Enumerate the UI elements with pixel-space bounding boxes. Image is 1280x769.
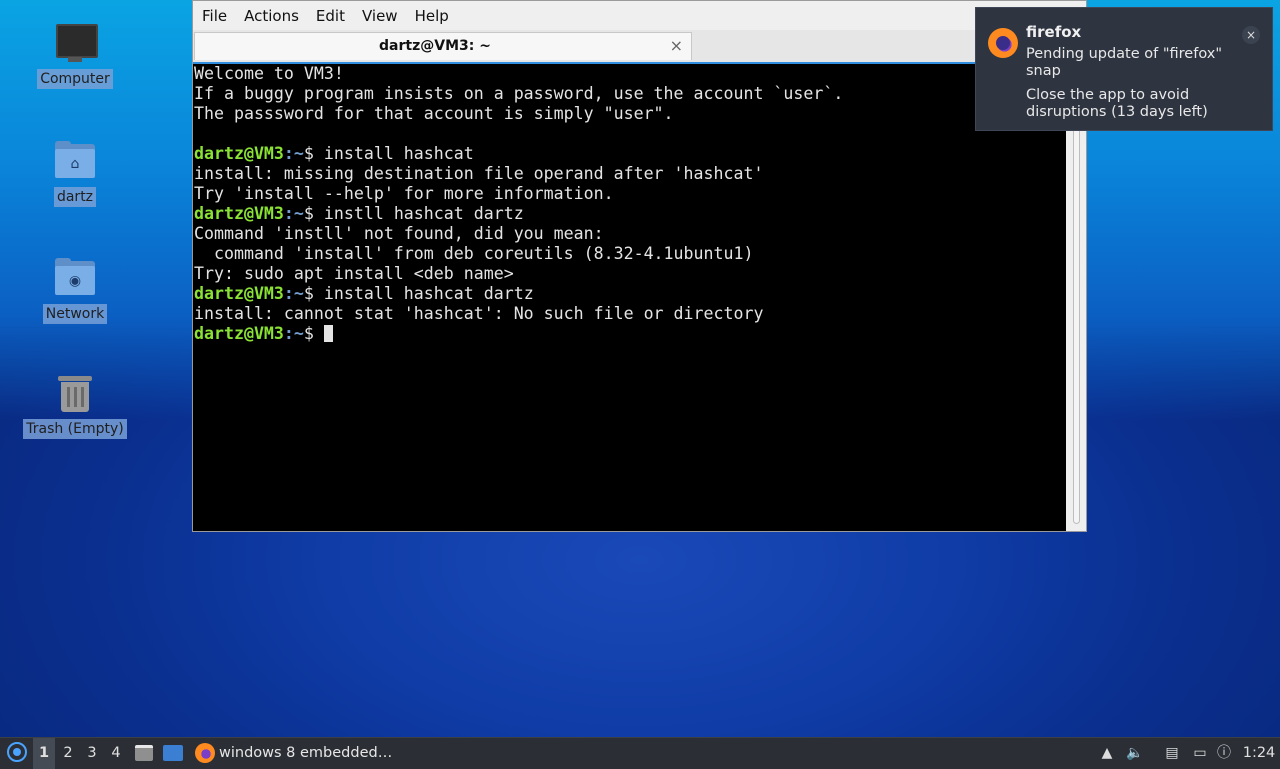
desktop-icon-network[interactable]: ◉ Network [20,257,130,324]
desktop-icon-trash[interactable]: Trash (Empty) [20,372,130,439]
terminal-output[interactable]: Welcome to VM3! If a buggy program insist… [193,64,1066,531]
terminal-line: The passsword for that account is simply… [194,104,674,123]
terminal-window[interactable]: File Actions Edit View Help dartz@VM3: ~ × W… [192,0,1087,532]
terminal-line: Command 'instll' not found, did you mean… [194,224,604,243]
task-label: windows 8 embedded… [219,745,393,761]
terminal-line: install: missing destination file operan… [194,164,764,183]
terminal-line: install: cannot stat 'hashcat': No such … [194,304,764,323]
prompt-command: $ install hashcat dartz [303,284,534,303]
terminal-line: If a buggy program insists on a password… [194,84,844,103]
file-manager-launcher[interactable] [132,738,156,769]
terminal-prompt-line: dartz@VM3:~$ instll hashcat dartz [193,204,1066,224]
scrollbar[interactable] [1067,64,1086,531]
firefox-icon [988,28,1018,58]
start-menu-icon [7,742,27,762]
home-folder-icon: ⌂ [54,140,96,182]
start-menu-button[interactable] [4,738,30,769]
desktop-icon-label: Computer [37,69,113,89]
network-folder-icon: ◉ [54,257,96,299]
prompt-path: :~ [283,324,304,343]
menu-edit[interactable]: Edit [307,1,353,25]
notification-app-name: firefox [1026,23,1082,41]
prompt-command: $ install hashcat [303,144,474,163]
terminal-prompt-line: dartz@VM3:~$ install hashcat dartz [193,284,1066,304]
volume-icon: 🔈 [1126,745,1144,761]
workspace-2[interactable]: 2 [57,738,79,769]
tray-notification[interactable]: ⓘ [1214,738,1234,769]
desktop-icon-home[interactable]: ⌂ dartz [20,140,130,207]
close-icon[interactable]: × [1242,26,1260,44]
tray-updates[interactable]: ▲ [1096,738,1118,769]
desktop-icon-label: dartz [53,187,97,207]
network-icon: ▭ [1193,745,1207,761]
info-icon: ⓘ [1217,745,1231,761]
terminal-line: command 'install' from deb coreutils (8.… [194,244,754,263]
notification-summary: Pending update of "firefox" snap [1026,46,1223,79]
terminal-line: Try: sudo apt install <deb name> [194,264,514,283]
prompt-user: dartz@VM3 [194,284,284,303]
tab-terminal[interactable]: dartz@VM3: ~ × [194,32,692,60]
terminal-line: Welcome to VM3! [194,64,344,83]
show-desktop-button[interactable] [160,738,186,769]
update-icon: ▲ [1101,745,1113,761]
taskbar-task-firefox[interactable]: windows 8 embedded… [192,738,392,769]
notification-popup[interactable]: firefox Pending update of "firefox" snap… [975,7,1273,131]
prompt-path: :~ [283,284,304,303]
firefox-icon [195,743,215,763]
prompt-user: dartz@VM3 [194,144,284,163]
menu-actions[interactable]: Actions [235,1,307,25]
desktop-icon-label: Trash (Empty) [23,419,127,439]
terminal-prompt-line: dartz@VM3:~$ [193,324,1066,344]
prompt-user: dartz@VM3 [194,204,284,223]
taskbar: 1 2 3 4 windows 8 embedded… ▲ 🔈 ▤ ▭ ⓘ 1:… [0,737,1280,769]
clock[interactable]: 1:24 [1240,738,1278,769]
computer-icon [54,22,98,64]
tab-title: dartz@VM3: ~ [379,38,491,54]
terminal-prompt-line: dartz@VM3:~$ install hashcat [193,144,1066,164]
trash-icon [54,372,96,414]
desktop-icon-label: Network [42,304,108,324]
tray-clipboard[interactable]: ▤ [1161,738,1183,769]
text-cursor [323,325,333,342]
close-icon[interactable]: × [670,36,683,55]
show-desktop-icon [163,745,183,761]
menu-view[interactable]: View [353,1,406,25]
file-manager-icon [135,745,153,761]
tray-network[interactable]: ▭ [1188,738,1212,769]
menu-help[interactable]: Help [406,1,457,25]
workspace-4[interactable]: 4 [105,738,127,769]
notification-body: Close the app to avoid disruptions (13 d… [1026,87,1208,120]
terminal-line: Try 'install --help' for more informatio… [194,184,614,203]
clipboard-icon: ▤ [1165,745,1179,761]
prompt-user: dartz@VM3 [194,324,284,343]
workspace-1[interactable]: 1 [33,738,55,769]
prompt-path: :~ [283,144,304,163]
tray-volume[interactable]: 🔈 [1124,738,1146,769]
workspace-3[interactable]: 3 [81,738,103,769]
scrollbar-thumb[interactable] [1073,66,1080,524]
desktop-icon-computer[interactable]: Computer [20,22,130,89]
menu-file[interactable]: File [193,1,235,25]
tab-bar: dartz@VM3: ~ × [193,30,1086,64]
prompt-command: $ [303,324,324,343]
prompt-path: :~ [283,204,304,223]
prompt-command: $ instll hashcat dartz [303,204,524,223]
menu-bar: File Actions Edit View Help [193,1,1086,29]
